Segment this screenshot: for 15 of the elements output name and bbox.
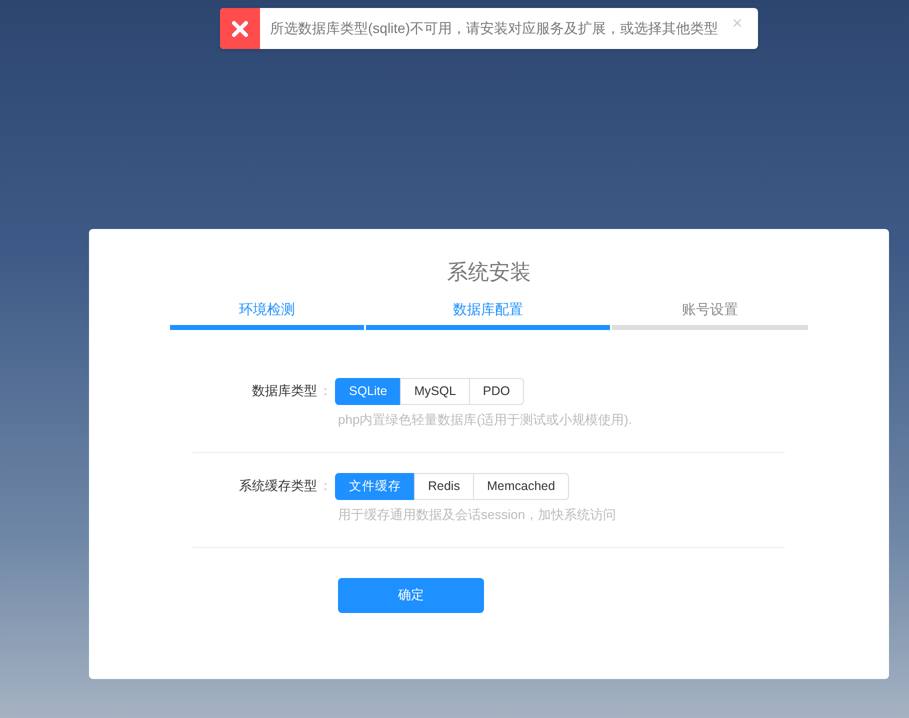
toast-message: 所选数据库类型(sqlite)不可用，请安装对应服务及扩展，或选择其他类型	[270, 19, 718, 38]
field-hint: php内置绿色轻量数据库(适用于测试或小规模使用).	[338, 412, 632, 426]
option-button[interactable]: Memcached	[472, 472, 570, 500]
field-label: 数据库类型	[252, 382, 317, 400]
label-colon: ：	[319, 477, 332, 496]
step-label: 环境检测	[239, 300, 295, 318]
step-label: 数据库配置	[453, 300, 523, 318]
option-button[interactable]: MySQL	[400, 378, 470, 404]
field-label: 系统缓存类型	[239, 477, 317, 496]
label-colon: ：	[319, 382, 332, 400]
step-label: 账号设置	[682, 300, 738, 318]
option-button[interactable]: Redis	[414, 472, 474, 500]
option-button[interactable]: PDO	[468, 378, 524, 404]
card-title: 系统安装	[447, 260, 531, 286]
field-hint: 用于缓存通用数据及会话session，加快系统访问	[338, 506, 616, 522]
